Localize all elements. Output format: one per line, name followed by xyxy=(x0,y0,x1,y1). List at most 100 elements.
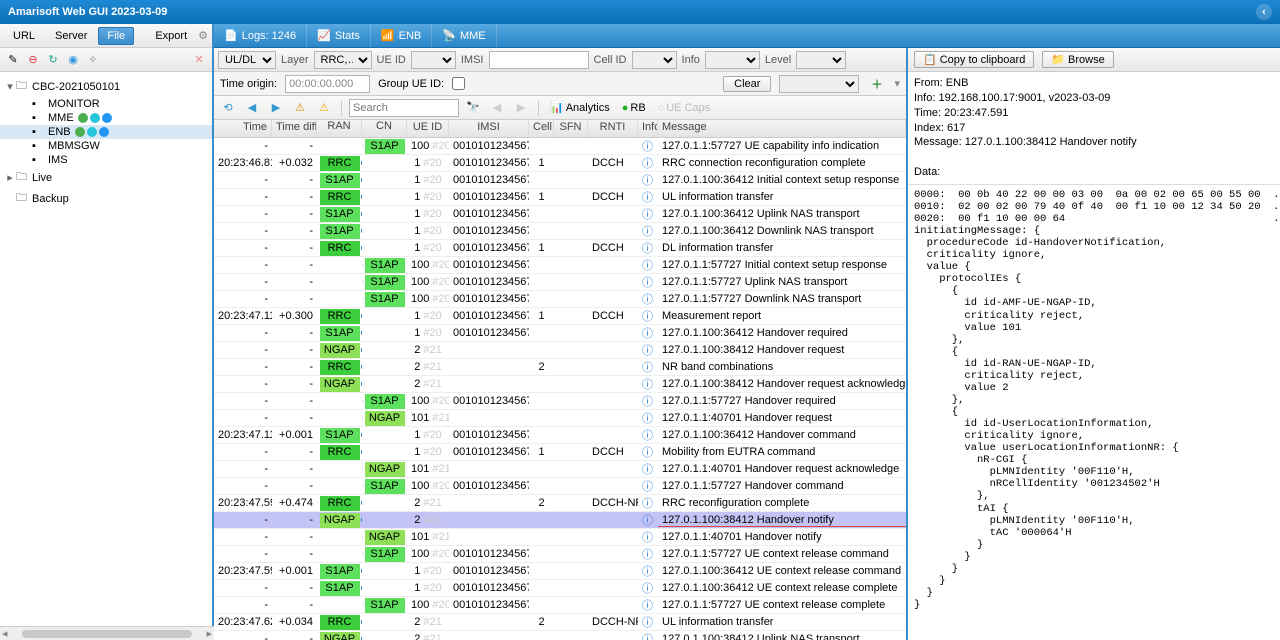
info-icon[interactable]: ⓘ xyxy=(642,379,653,391)
uecaps-button[interactable]: ◌UE Caps xyxy=(654,102,715,114)
table-row[interactable]: - - ▸S1AP 100 #20 001010123456789 ⓘ 127.… xyxy=(214,274,906,291)
col-rnti[interactable]: RNTI xyxy=(588,120,638,137)
alert-icon[interactable]: ⚠ xyxy=(315,99,333,117)
table-row[interactable]: - - RRC▸ 2 #21 2 ⓘ NR band combinations xyxy=(214,359,906,376)
tree-item[interactable]: ▪MONITOR xyxy=(0,97,212,111)
table-row[interactable]: - - ▸S1AP 100 #20 001010123456789 ⓘ 127.… xyxy=(214,597,906,614)
table-row[interactable]: - - ▸S1AP 100 #20 001010123456789 ⓘ 127.… xyxy=(214,478,906,495)
collapse-left-icon[interactable]: ‹ xyxy=(1256,4,1272,20)
info-icon[interactable]: ⓘ xyxy=(642,413,653,425)
detail-body[interactable]: 0000: 00 0b 40 22 00 00 03 00 0a 00 02 0… xyxy=(908,185,1280,640)
table-row[interactable]: 20:23:46.816 +0.032 RRC▸ 1 #20 001010123… xyxy=(214,155,906,172)
table-row[interactable]: - - RRC▸ 1 #20 001010123456789 1 DCCH ⓘ … xyxy=(214,189,906,206)
info-icon[interactable]: ⓘ xyxy=(642,158,653,170)
server-button[interactable]: Server xyxy=(46,27,96,45)
next-icon[interactable]: ▶ xyxy=(267,99,285,117)
info-icon[interactable]: ⓘ xyxy=(642,294,653,306)
table-row[interactable]: - - NGAP▸ 2 #21 ⓘ 127.0.1.100:38412 Hand… xyxy=(214,376,906,393)
info-icon[interactable]: ⓘ xyxy=(642,260,653,272)
table-row[interactable]: 20:23:47.591 +0.474 RRC▸ 2 #21 2 DCCH-NR… xyxy=(214,495,906,512)
new-icon[interactable]: ✧ xyxy=(84,51,102,69)
top-tab[interactable]: 📈Stats xyxy=(307,24,371,47)
level-select[interactable] xyxy=(796,51,846,69)
group-ueid-checkbox[interactable] xyxy=(452,77,465,90)
expand-icon[interactable]: ▾ xyxy=(4,80,16,93)
info-icon[interactable]: ⓘ xyxy=(642,226,653,238)
col-cell[interactable]: Cell xyxy=(529,120,554,137)
wand-icon[interactable]: ✎ xyxy=(4,51,22,69)
stop-icon[interactable]: ⊖ xyxy=(24,51,42,69)
col-msg[interactable]: Message xyxy=(658,120,906,137)
info-icon[interactable]: ⓘ xyxy=(642,498,653,510)
table-row[interactable]: - - ▸S1AP 100 #20 001010123456789 ⓘ 127.… xyxy=(214,291,906,308)
info-icon[interactable]: ⓘ xyxy=(642,328,653,340)
table-row[interactable]: 20:23:47.626 +0.034 RRC▸ 2 #21 2 DCCH-NR… xyxy=(214,614,906,631)
binoculars-icon[interactable]: 🔭 xyxy=(464,99,482,117)
info-icon[interactable]: ⓘ xyxy=(642,481,653,493)
info-icon[interactable]: ⓘ xyxy=(642,362,653,374)
file-button[interactable]: File xyxy=(98,27,134,45)
info-icon[interactable]: ⓘ xyxy=(642,430,653,442)
tree-item[interactable]: ▪MME xyxy=(0,111,212,125)
table-row[interactable]: - - ▸NGAP 101 #21 ⓘ 127.0.1.1:40701 Hand… xyxy=(214,410,906,427)
export-button[interactable]: Export xyxy=(146,27,196,45)
table-row[interactable]: - - RRC▸ 1 #20 001010123456789 1 DCCH ⓘ … xyxy=(214,444,906,461)
info-icon[interactable]: ⓘ xyxy=(642,141,653,153)
refresh-icon[interactable]: ↻ xyxy=(44,51,62,69)
rb-button[interactable]: ●RB xyxy=(618,102,650,114)
url-button[interactable]: URL xyxy=(4,27,44,45)
info-icon[interactable]: ⓘ xyxy=(642,634,653,640)
imsi-input[interactable] xyxy=(489,51,589,69)
browse-button[interactable]: 📁Browse xyxy=(1042,51,1113,68)
table-row[interactable]: - - NGAP▸ 2 #21 ⓘ 127.0.1.100:38412 Hand… xyxy=(214,342,906,359)
info-select[interactable] xyxy=(705,51,760,69)
table-row[interactable]: - - S1AP▸ 1 #20 001010123456789 ⓘ 127.0.… xyxy=(214,206,906,223)
table-row[interactable]: - - ▸S1AP 100 #20 001010123456789 ⓘ 127.… xyxy=(214,257,906,274)
table-row[interactable]: - - ▸NGAP 101 #21 ⓘ 127.0.1.1:40701 Hand… xyxy=(214,529,906,546)
top-tab[interactable]: 📄Logs: 1246 xyxy=(214,24,307,47)
cellid-select[interactable] xyxy=(632,51,677,69)
search-prev-icon[interactable]: ◀ xyxy=(488,99,506,117)
col-imsi[interactable]: IMSI xyxy=(449,120,529,137)
close-icon[interactable]: ✕ xyxy=(190,51,208,69)
info-icon[interactable]: ⓘ xyxy=(642,311,653,323)
prev-icon[interactable]: ◀ xyxy=(243,99,261,117)
info-icon[interactable]: ⓘ xyxy=(642,209,653,221)
top-tab[interactable]: 📶ENB xyxy=(371,24,432,47)
info-icon[interactable]: ⓘ xyxy=(642,396,653,408)
info-icon[interactable]: ⓘ xyxy=(642,617,653,629)
table-row[interactable]: - - S1AP▸ 1 #20 001010123456789 ⓘ 127.0.… xyxy=(214,172,906,189)
tree-item[interactable]: ▪IMS xyxy=(0,153,212,167)
info-icon[interactable]: ⓘ xyxy=(642,515,653,527)
table-row[interactable]: - - NGAP▸ 2 #21 ⓘ 127.0.1.100:38412 Hand… xyxy=(214,512,906,529)
info-icon[interactable]: ⓘ xyxy=(642,532,653,544)
preset-select[interactable] xyxy=(779,75,859,93)
col-ue[interactable]: UE ID xyxy=(407,120,449,137)
analytics-button[interactable]: 📊Analytics xyxy=(546,101,614,114)
col-ran[interactable]: RAN xyxy=(317,120,362,137)
info-icon[interactable]: ⓘ xyxy=(642,345,653,357)
tree-item[interactable]: ▪ENB xyxy=(0,125,212,139)
info-icon[interactable]: ⓘ xyxy=(642,566,653,578)
search-input[interactable] xyxy=(349,99,459,117)
tree-backup[interactable]: 🗀 Backup xyxy=(0,188,212,209)
table-row[interactable]: - - NGAP▸ 2 #21 ⓘ 127.0.1.100:38412 Upli… xyxy=(214,631,906,640)
table-row[interactable]: - - S1AP▸ 1 #20 001010123456789 ⓘ 127.0.… xyxy=(214,325,906,342)
expand-icon[interactable]: ▸ xyxy=(4,171,16,184)
add-icon[interactable]: ＋ xyxy=(867,76,886,92)
table-row[interactable]: 20:23:47.116 +0.300 RRC▸ 1 #20 001010123… xyxy=(214,308,906,325)
table-row[interactable]: 20:23:47.117 +0.001 S1AP▸ 1 #20 00101012… xyxy=(214,427,906,444)
layer-select[interactable]: RRC,… xyxy=(314,51,372,69)
table-row[interactable]: - - RRC▸ 1 #20 001010123456789 1 DCCH ⓘ … xyxy=(214,240,906,257)
copy-button[interactable]: 📋Copy to clipboard xyxy=(914,51,1034,68)
info-icon[interactable]: ⓘ xyxy=(642,192,653,204)
col-time[interactable]: Time xyxy=(214,120,272,137)
table-row[interactable]: - - S1AP▸ 1 #20 001010123456789 ⓘ 127.0.… xyxy=(214,223,906,240)
h-scrollbar[interactable]: ◂▸ xyxy=(0,626,214,640)
search-next-icon[interactable]: ▶ xyxy=(512,99,530,117)
info-icon[interactable]: ⓘ xyxy=(642,583,653,595)
info-icon[interactable]: ⓘ xyxy=(642,549,653,561)
ueid-select[interactable] xyxy=(411,51,456,69)
info-icon[interactable]: ⓘ xyxy=(642,175,653,187)
info-icon[interactable]: ⓘ xyxy=(642,600,653,612)
